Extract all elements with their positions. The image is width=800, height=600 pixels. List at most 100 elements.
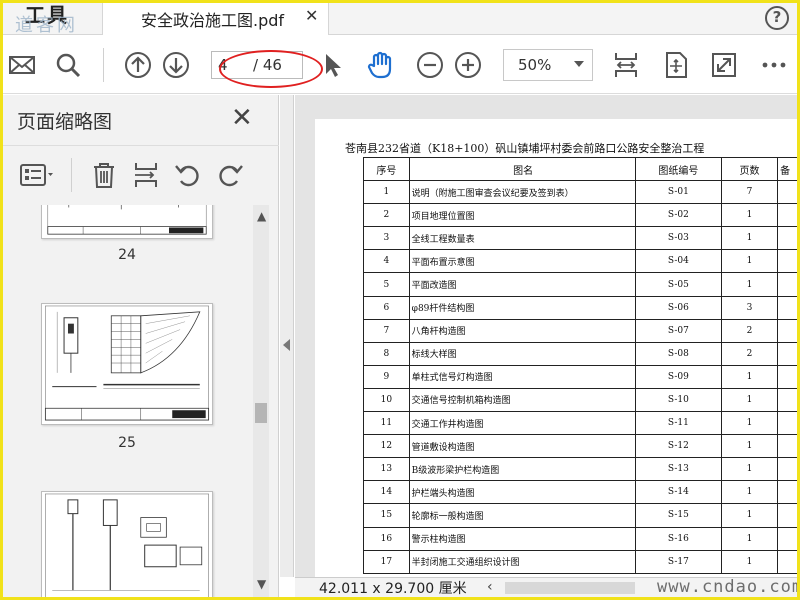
page-count: 1 (720, 272, 779, 297)
drawing-code: S-10 (634, 387, 723, 413)
tab-bar: 工具 道客网 安全政治施工图.pdf ✕ ? (3, 3, 797, 36)
rotate-right-icon[interactable] (215, 160, 245, 190)
drawing-code: S-16 (634, 526, 723, 551)
tab-document[interactable]: 安全政治施工图.pdf ✕ (103, 3, 329, 35)
page-count: 2 (720, 318, 779, 343)
drawing-name: 八角杆构造图 (408, 318, 636, 343)
insert-page-icon[interactable] (131, 160, 161, 190)
row-number: 16 (363, 526, 410, 551)
sidebar-collapse-handle[interactable] (280, 95, 294, 577)
table-row: 9 单柱式信号灯构造图 S-09 1 (363, 364, 797, 389)
fit-page-icon[interactable] (661, 50, 691, 80)
page-count: 1 (720, 549, 779, 574)
page-count: 7 (720, 180, 779, 205)
main-toolbar: / 46 50% (3, 36, 797, 94)
document-view[interactable]: 苍南县232省道（K18+100）矾山镇埔坪村委会前路口公路安全整治工程 序号 … (295, 95, 797, 577)
mail-icon[interactable] (7, 50, 37, 80)
watermark-top-left: 道客网 (15, 15, 78, 36)
remarks-cell (777, 503, 797, 528)
thumbnail-page[interactable] (41, 303, 213, 425)
column-header: 图纸编号 (634, 156, 723, 182)
zoom-in-icon[interactable] (453, 50, 483, 80)
toolbar-divider (103, 48, 104, 82)
page-count: 2 (720, 341, 779, 366)
page-dimensions: 42.011 x 29.700 厘米 (319, 581, 467, 597)
page-count: 1 (720, 457, 779, 482)
document-title: 苍南县232省道（K18+100）矾山镇埔坪村委会前路口公路安全整治工程 (345, 142, 705, 155)
horizontal-scrollbar[interactable] (505, 582, 635, 594)
app-window: 工具 道客网 安全政治施工图.pdf ✕ ? / 46 (0, 0, 800, 600)
drawing-name: 单柱式信号灯构造图 (408, 364, 636, 389)
drawing-code: S-08 (634, 341, 723, 366)
thumbnail-page[interactable] (41, 205, 213, 239)
horizontal-scroll-left-icon[interactable]: ‹ (487, 579, 493, 595)
table-row: 6 φ89杆件结构图 S-06 3 (363, 295, 797, 320)
search-icon[interactable] (53, 50, 83, 80)
row-number: 10 (363, 387, 410, 413)
drawing-name: 交通信号控制机箱构造图 (408, 387, 636, 413)
row-number: 8 (363, 341, 410, 366)
table-row: 4 平面布置示意图 S-04 1 (363, 249, 797, 274)
table-row: 7 八角杆构造图 S-07 2 (363, 318, 797, 343)
row-number: 12 (363, 434, 410, 459)
zoom-value: 50% (518, 56, 552, 74)
thumbnail-options-icon[interactable] (19, 160, 59, 190)
page-up-icon[interactable] (123, 50, 153, 80)
table-row: 3 全线工程数量表 S-03 1 (363, 226, 797, 251)
red-highlight-ellipse (219, 50, 323, 88)
drawing-name: 全线工程数量表 (408, 226, 636, 251)
remarks-cell (777, 318, 797, 343)
sidebar-title: 页面缩略图 (17, 111, 113, 133)
remarks-cell (777, 226, 797, 251)
thumbnail-page[interactable] (41, 491, 213, 597)
scroll-up-icon[interactable]: ▲ (257, 209, 266, 223)
drawing-code: S-11 (634, 411, 723, 436)
remarks-cell (777, 434, 797, 459)
zoom-out-icon[interactable] (415, 50, 445, 80)
drawing-name: B级波形梁护栏构造图 (408, 457, 636, 482)
drawing-code: S-07 (634, 318, 723, 343)
help-icon[interactable]: ? (765, 6, 789, 30)
remarks-cell (777, 295, 797, 320)
hand-pan-icon[interactable] (365, 50, 395, 80)
row-number: 3 (363, 226, 410, 251)
tab-tools[interactable]: 工具 道客网 (3, 3, 103, 36)
trash-icon[interactable] (89, 160, 119, 190)
page-count: 1 (720, 203, 779, 228)
drawing-code: S-14 (634, 480, 723, 505)
sidebar-close-icon[interactable]: ✕ (231, 105, 253, 131)
page-count: 3 (720, 295, 779, 320)
tab-document-label: 安全政治施工图.pdf (141, 11, 285, 30)
page-count: 1 (720, 226, 779, 251)
table-row: 15 轮廓标一般构造图 S-15 1 (363, 503, 797, 528)
page-count: 1 (720, 411, 779, 436)
drawing-name: 护栏端头构造图 (408, 480, 636, 505)
thumbnail-scrollbar[interactable]: ▲ ▼ (253, 205, 269, 597)
tab-close-icon[interactable]: ✕ (305, 6, 318, 25)
fullscreen-icon[interactable] (709, 50, 739, 80)
table-row: 17 半封闭施工交通组织设计图 S-17 1 (363, 549, 797, 574)
more-icon[interactable] (759, 50, 789, 80)
fit-width-icon[interactable] (611, 50, 641, 80)
remarks-cell (777, 411, 797, 436)
row-number: 11 (363, 411, 410, 436)
page-down-icon[interactable] (161, 50, 191, 80)
page-count: 1 (720, 434, 779, 459)
drawing-name: 半封闭施工交通组织设计图 (408, 549, 636, 574)
column-header: 序号 (363, 156, 410, 182)
rotate-left-icon[interactable] (173, 160, 203, 190)
zoom-dropdown[interactable]: 50% (503, 49, 593, 81)
select-arrow-icon[interactable] (317, 50, 347, 80)
drawing-code: S-05 (634, 272, 723, 297)
page-count: 1 (720, 526, 779, 551)
drawing-code: S-06 (634, 295, 723, 320)
scroll-down-icon[interactable]: ▼ (257, 577, 266, 591)
drawing-name: 标线大样图 (408, 341, 636, 366)
table-row: 5 平面改造图 S-05 1 (363, 272, 797, 297)
table-header-row: 序号 图名 图纸编号 页数 备 (363, 156, 797, 182)
remarks-cell (777, 480, 797, 505)
scrollbar-thumb[interactable] (255, 403, 267, 423)
row-number: 2 (363, 203, 410, 228)
sidebar-divider (71, 158, 72, 192)
collapse-left-icon[interactable] (283, 339, 290, 351)
